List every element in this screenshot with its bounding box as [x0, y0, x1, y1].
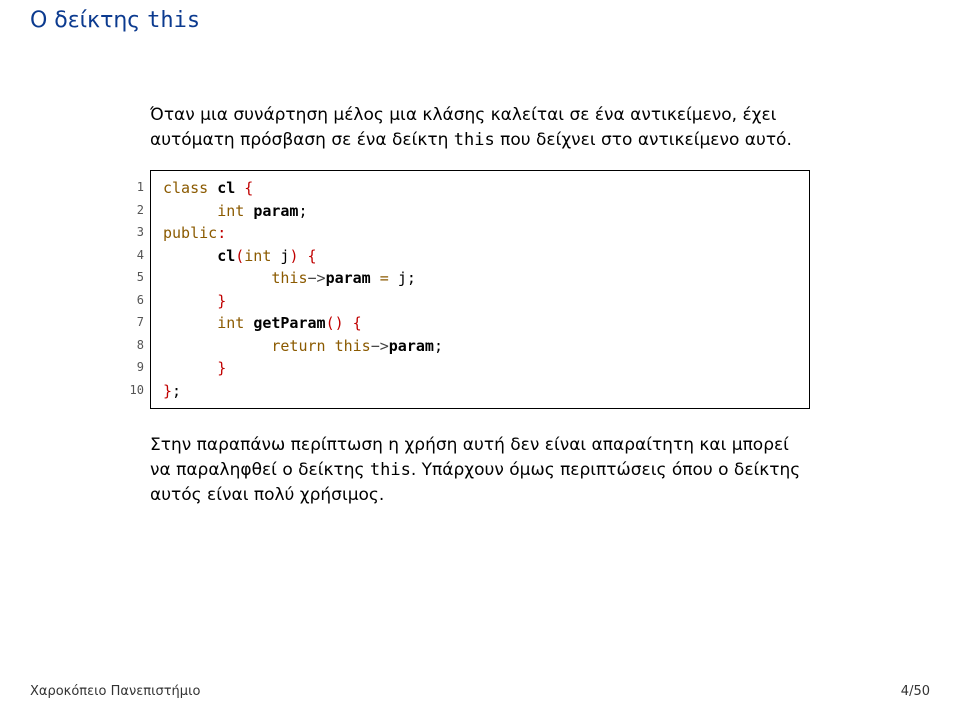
slide-page: Ο δείκτης this Όταν μια συνάρτηση μέλος … — [0, 0, 960, 711]
para1-kw: this — [454, 130, 495, 150]
footer-right: 4/50 — [901, 684, 930, 699]
code-line: } — [163, 292, 226, 310]
slide-footer: Χαροκόπειο Πανεπιστήμιο 4/50 — [30, 684, 930, 699]
code-line: cl(int j) { — [163, 247, 317, 265]
lineno: 6 — [116, 289, 144, 312]
lineno: 2 — [116, 199, 144, 222]
code-line: int getParam() { — [163, 314, 362, 332]
code-line: int param; — [163, 202, 308, 220]
lineno: 10 — [116, 379, 144, 402]
code-line: class cl { — [163, 179, 253, 197]
lineno: 1 — [116, 176, 144, 199]
line-numbers: 1 2 3 4 5 6 7 8 9 10 — [116, 176, 144, 401]
para2-kw: this — [370, 460, 411, 480]
para1-text2: που δείχνει στο αντικείμενο αυτό. — [495, 130, 792, 150]
code-line: public: — [163, 224, 226, 242]
code-line: } — [163, 359, 226, 377]
slide-title: Ο δείκτης this — [30, 8, 930, 33]
code-line: this−>param = j; — [163, 269, 416, 287]
lineno: 5 — [116, 266, 144, 289]
code-line: }; — [163, 382, 181, 400]
code-block: 1 2 3 4 5 6 7 8 9 10 class cl { int para… — [150, 170, 810, 409]
intro-paragraph: Όταν μια συνάρτηση μέλος μια κλάσης καλε… — [150, 103, 810, 152]
slide-body: Όταν μια συνάρτηση μέλος μια κλάσης καλε… — [30, 103, 930, 507]
code-box: class cl { int param; public: cl(int j) … — [150, 170, 810, 409]
lineno: 3 — [116, 221, 144, 244]
footer-left: Χαροκόπειο Πανεπιστήμιο — [30, 684, 200, 699]
title-prefix: Ο δείκτης — [30, 8, 147, 33]
lineno: 8 — [116, 334, 144, 357]
lineno: 9 — [116, 356, 144, 379]
code-line: return this−>param; — [163, 337, 443, 355]
title-keyword: this — [147, 8, 200, 33]
outro-paragraph: Στην παραπάνω περίπτωση η χρήση αυτή δεν… — [150, 433, 810, 507]
lineno: 7 — [116, 311, 144, 334]
lineno: 4 — [116, 244, 144, 267]
